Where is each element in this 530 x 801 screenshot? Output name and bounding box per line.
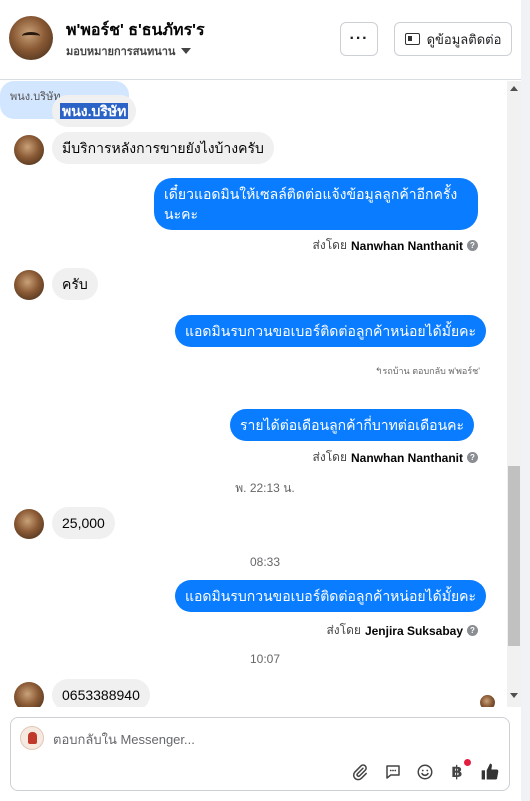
help-icon[interactable]: ? (467, 452, 478, 463)
reply-input[interactable] (53, 732, 433, 747)
reply-indicator: ↰รถบ้าน ตอบกลับ พ'พอร์ช' (374, 366, 480, 376)
more-options-button[interactable]: ··· (340, 22, 378, 56)
chat-icon[interactable] (383, 762, 403, 782)
scroll-up-arrow-icon[interactable] (510, 86, 518, 91)
incoming-message: 0653388940 (52, 679, 150, 707)
sender-name: Jenjira Suksabay (364, 623, 463, 638)
assign-label: มอบหมายการสนทนาน (66, 46, 176, 58)
window-edge (521, 0, 530, 801)
sent-by-label: ส่งโดย Nanwhan Nanthanit ? (313, 236, 478, 255)
outgoing-message: เดี๋ยวแอดมินให้เซลล์ติดต่อแจ้งข้อมูลลูกค… (154, 178, 478, 230)
timestamp: 08:33 (249, 555, 281, 569)
contact-avatar-small (14, 135, 44, 165)
thumbs-up-icon[interactable] (480, 762, 500, 782)
help-icon[interactable]: ? (467, 625, 478, 636)
incoming-message: ครับ (52, 268, 98, 300)
contact-avatar[interactable] (9, 16, 53, 60)
incoming-message: 25,000 (52, 507, 115, 539)
timestamp: 10:07 (249, 652, 281, 666)
view-contact-info-button[interactable]: ดูข้อมูลติดต่อ (394, 22, 512, 56)
incoming-message: พนง.บริษัท (52, 95, 137, 127)
page-avatar (20, 726, 44, 750)
contact-avatar-small (14, 270, 44, 300)
emoji-icon[interactable] (415, 762, 435, 782)
contact-card-icon (404, 33, 420, 45)
sent-by-label: ส่งโดย Jenjira Suksabay ? (326, 621, 478, 640)
sender-name: Nanwhan Nanthanit (350, 238, 463, 253)
view-contact-info-label: ดูข้อมูลติดต่อ (426, 31, 502, 47)
outgoing-message: แอดมินรบกวนขอเบอร์ติดต่อลูกค้าหน่อยได้มั… (175, 580, 487, 612)
contact-avatar-small (14, 682, 44, 707)
paperclip-icon[interactable] (350, 762, 370, 782)
sent-by-label: ส่งโดย Nanwhan Nanthanit ? (313, 448, 478, 467)
conversation-header: พ'พอร์ช' ธ'ธนภัทร'ร มอบหมายการสนทนาน ···… (0, 0, 530, 80)
caret-down-icon (181, 48, 192, 54)
ellipsis-icon: ··· (349, 30, 369, 47)
seen-avatar (480, 695, 495, 707)
message-thread[interactable]: พนง.บริษัท มีบริการหลังการขายยังไงบ้างคร… (0, 81, 530, 707)
notification-dot (464, 759, 471, 766)
timestamp: พ. 22:13 น. (235, 481, 295, 495)
help-icon[interactable]: ? (467, 240, 478, 251)
baht-icon[interactable]: ฿ (447, 762, 467, 782)
outgoing-message: รายได้ต่อเดือนลูกค้ากี่บาทต่อเดือนคะ (230, 409, 475, 441)
scroll-down-arrow-icon[interactable] (510, 693, 518, 698)
contact-avatar-small (14, 509, 44, 539)
assign-conversation-dropdown[interactable]: มอบหมายการสนทนาน (66, 42, 192, 60)
reply-composer: ฿ (10, 717, 510, 791)
message-text: พนง.บริษัท (60, 103, 129, 119)
incoming-message: มีบริการหลังการขายยังไงบ้างครับ (52, 132, 274, 164)
scrollbar-thumb[interactable] (508, 466, 520, 646)
outgoing-message: แอดมินรบกวนขอเบอร์ติดต่อลูกค้าหน่อยได้มั… (175, 315, 487, 347)
contact-name[interactable]: พ'พอร์ช' ธ'ธนภัทร'ร (66, 18, 205, 43)
sender-name: Nanwhan Nanthanit (350, 450, 463, 465)
